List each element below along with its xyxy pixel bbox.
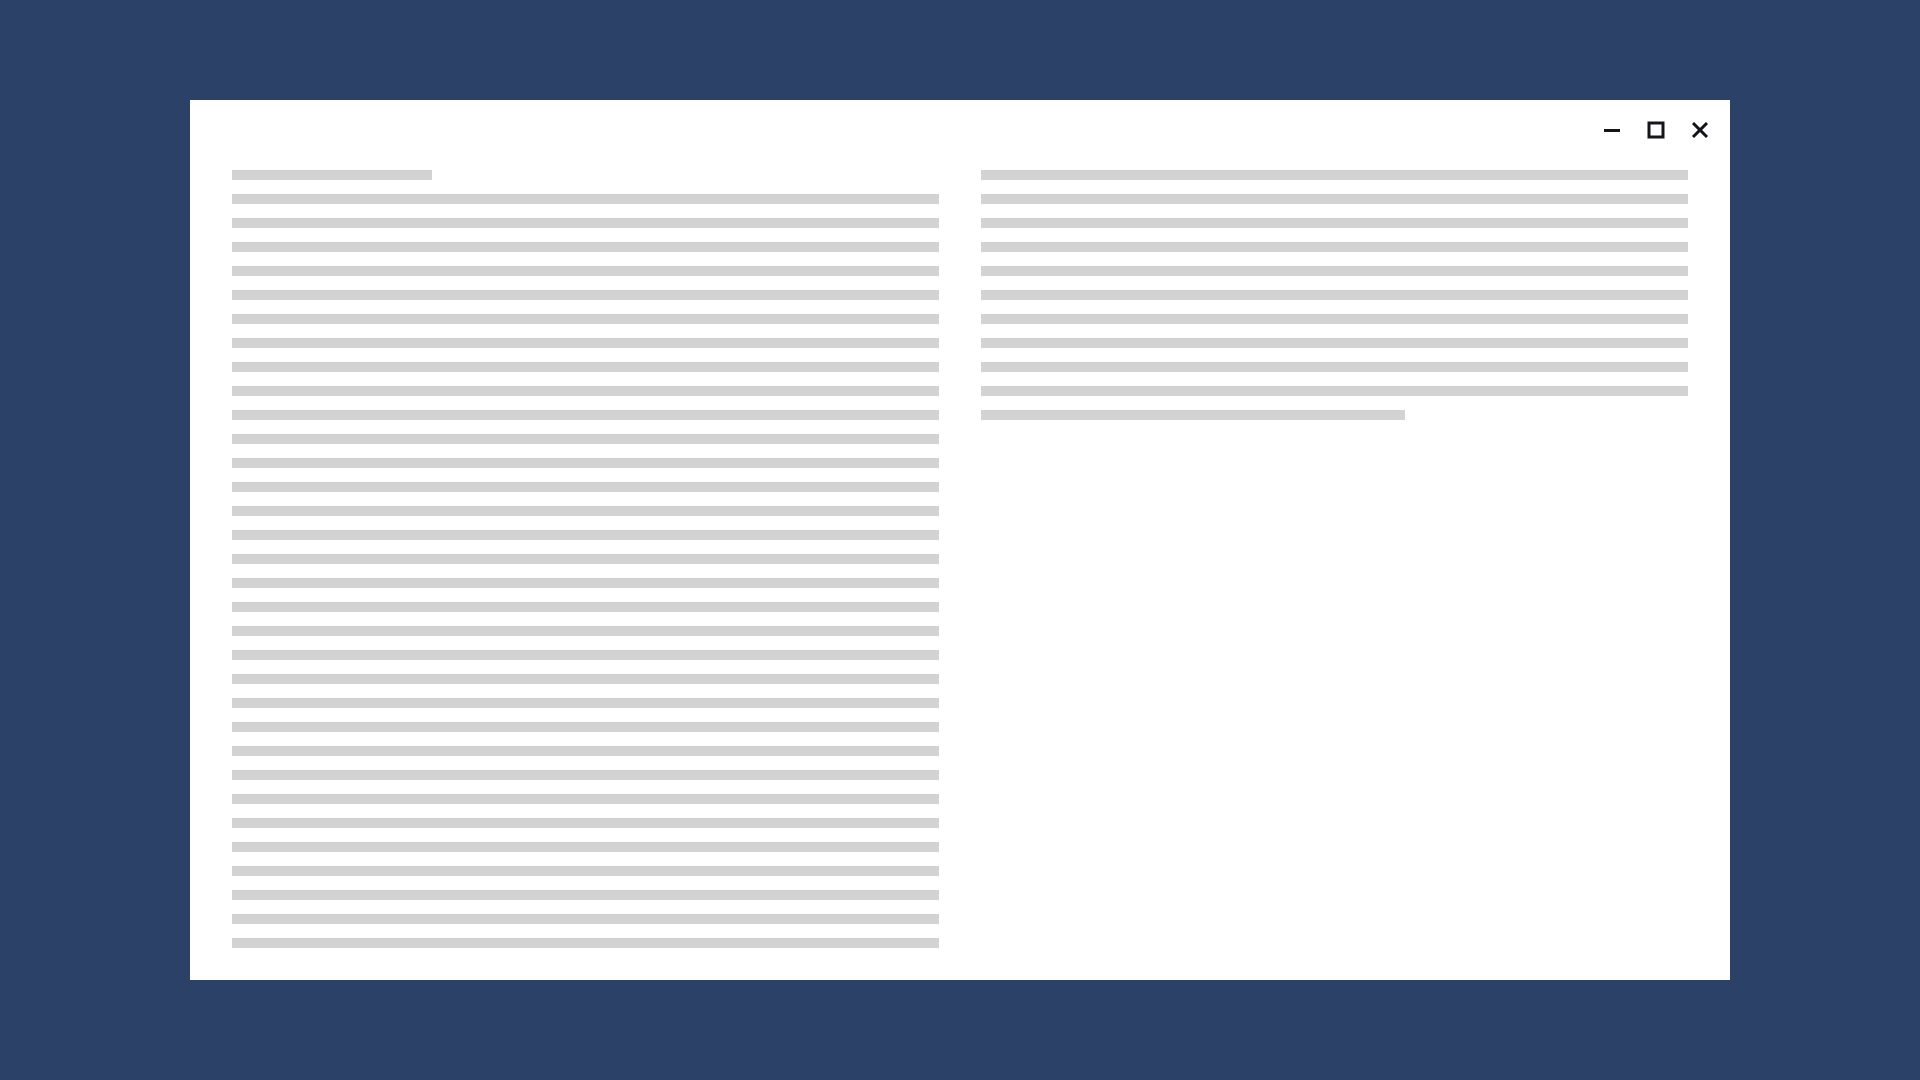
- content-area: [232, 170, 1688, 980]
- right-text-placeholder: [981, 170, 1688, 420]
- text-line: [232, 650, 939, 660]
- text-line: [232, 890, 939, 900]
- maximize-icon: [1647, 121, 1665, 139]
- text-line: [981, 290, 1688, 300]
- text-line: [232, 722, 939, 732]
- text-line: [232, 866, 939, 876]
- text-line: [981, 170, 1688, 180]
- text-line: [981, 386, 1688, 396]
- text-line: [981, 314, 1688, 324]
- text-line: [232, 242, 939, 252]
- text-line: [232, 314, 939, 324]
- text-line: [232, 506, 939, 516]
- text-line: [232, 602, 939, 612]
- text-line: [981, 362, 1688, 372]
- text-line: [232, 434, 939, 444]
- text-line: [232, 746, 939, 756]
- minimize-icon: [1603, 121, 1621, 139]
- text-line: [981, 194, 1688, 204]
- right-column: [981, 170, 1688, 980]
- app-window: [190, 100, 1730, 980]
- left-column: [232, 170, 939, 980]
- title-placeholder: [232, 170, 432, 180]
- text-line: [981, 410, 1405, 420]
- text-line: [232, 194, 939, 204]
- text-line: [232, 362, 939, 372]
- text-line: [981, 266, 1688, 276]
- text-line: [981, 218, 1688, 228]
- text-line: [232, 410, 939, 420]
- text-line: [232, 266, 939, 276]
- text-line: [981, 242, 1688, 252]
- text-line: [232, 338, 939, 348]
- text-line: [232, 554, 939, 564]
- text-line: [232, 458, 939, 468]
- text-line: [232, 482, 939, 492]
- text-line: [232, 938, 939, 948]
- window-controls: [1602, 120, 1710, 140]
- text-line: [232, 698, 939, 708]
- text-line: [232, 794, 939, 804]
- text-line: [232, 842, 939, 852]
- text-line: [232, 530, 939, 540]
- text-line: [232, 626, 939, 636]
- text-line: [232, 578, 939, 588]
- maximize-button[interactable]: [1646, 120, 1666, 140]
- text-line: [232, 818, 939, 828]
- close-button[interactable]: [1690, 120, 1710, 140]
- left-text-placeholder: [232, 194, 939, 948]
- text-line: [232, 674, 939, 684]
- close-icon: [1691, 121, 1709, 139]
- text-line: [232, 386, 939, 396]
- text-line: [232, 914, 939, 924]
- text-line: [232, 770, 939, 780]
- text-line: [232, 290, 939, 300]
- minimize-button[interactable]: [1602, 120, 1622, 140]
- text-line: [981, 338, 1688, 348]
- text-line: [232, 218, 939, 228]
